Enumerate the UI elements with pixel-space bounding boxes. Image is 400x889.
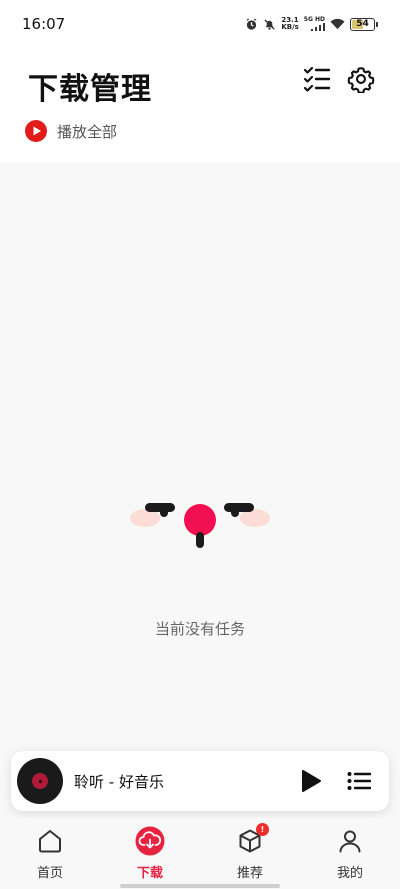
home-indicator [120,884,280,888]
cell-signal: 5G HD [304,17,325,31]
empty-face-illustration [130,503,270,548]
nav-home-label: 首页 [36,866,63,881]
mini-player[interactable]: 聆听 - 好音乐 [11,751,389,811]
empty-state-message: 当前没有任务 [154,620,245,638]
status-time: 16:07 [22,15,66,33]
playlist-icon [347,772,371,790]
status-icons: 23.1 KB/s 5G HD 54 [245,14,378,34]
nav-recommend[interactable]: ! 推荐 [200,823,300,884]
page-title: 下载管理 [28,72,152,107]
mute-bell-icon [264,18,275,30]
home-icon [39,830,61,853]
status-bar: 16:07 23.1 KB/s 5G HD 54 [0,0,400,48]
nav-download-label: 下载 [136,866,163,881]
network-speed: 23.1 KB/s [281,17,298,31]
nav-recommend-badge: ! [256,823,269,836]
battery-indicator: 54 [350,17,378,31]
play-icon [302,770,321,792]
alarm-icon [246,17,257,30]
settings-button[interactable] [344,62,378,96]
gear-icon [347,67,375,93]
nav-profile[interactable]: 我的 [300,826,400,884]
play-circle-icon [25,120,47,142]
battery-level: 54 [356,18,369,29]
playlist-button[interactable] [345,767,373,795]
cloud-download-icon [135,826,165,856]
nav-profile-label: 我的 [336,866,363,881]
play-button[interactable] [297,767,325,795]
play-all-label: 播放全部 [57,122,118,141]
signal-icon [311,23,325,31]
checklist-icon [303,66,331,92]
edit-list-button[interactable] [300,62,334,96]
wifi-icon [330,18,345,30]
track-title: 聆听 - 好音乐 [74,773,164,791]
battery-icon: 54 [350,17,375,31]
album-disc-icon [17,758,63,804]
play-all-button[interactable]: 播放全部 [24,119,117,143]
person-icon [339,830,361,853]
bottom-nav: 首页 下载 ! 推荐 我的 [0,818,400,889]
speed-unit: KB/s [281,23,299,31]
nav-recommend-label: 推荐 [236,866,263,881]
nav-download[interactable]: 下载 [100,826,200,884]
nav-home[interactable]: 首页 [0,826,100,884]
